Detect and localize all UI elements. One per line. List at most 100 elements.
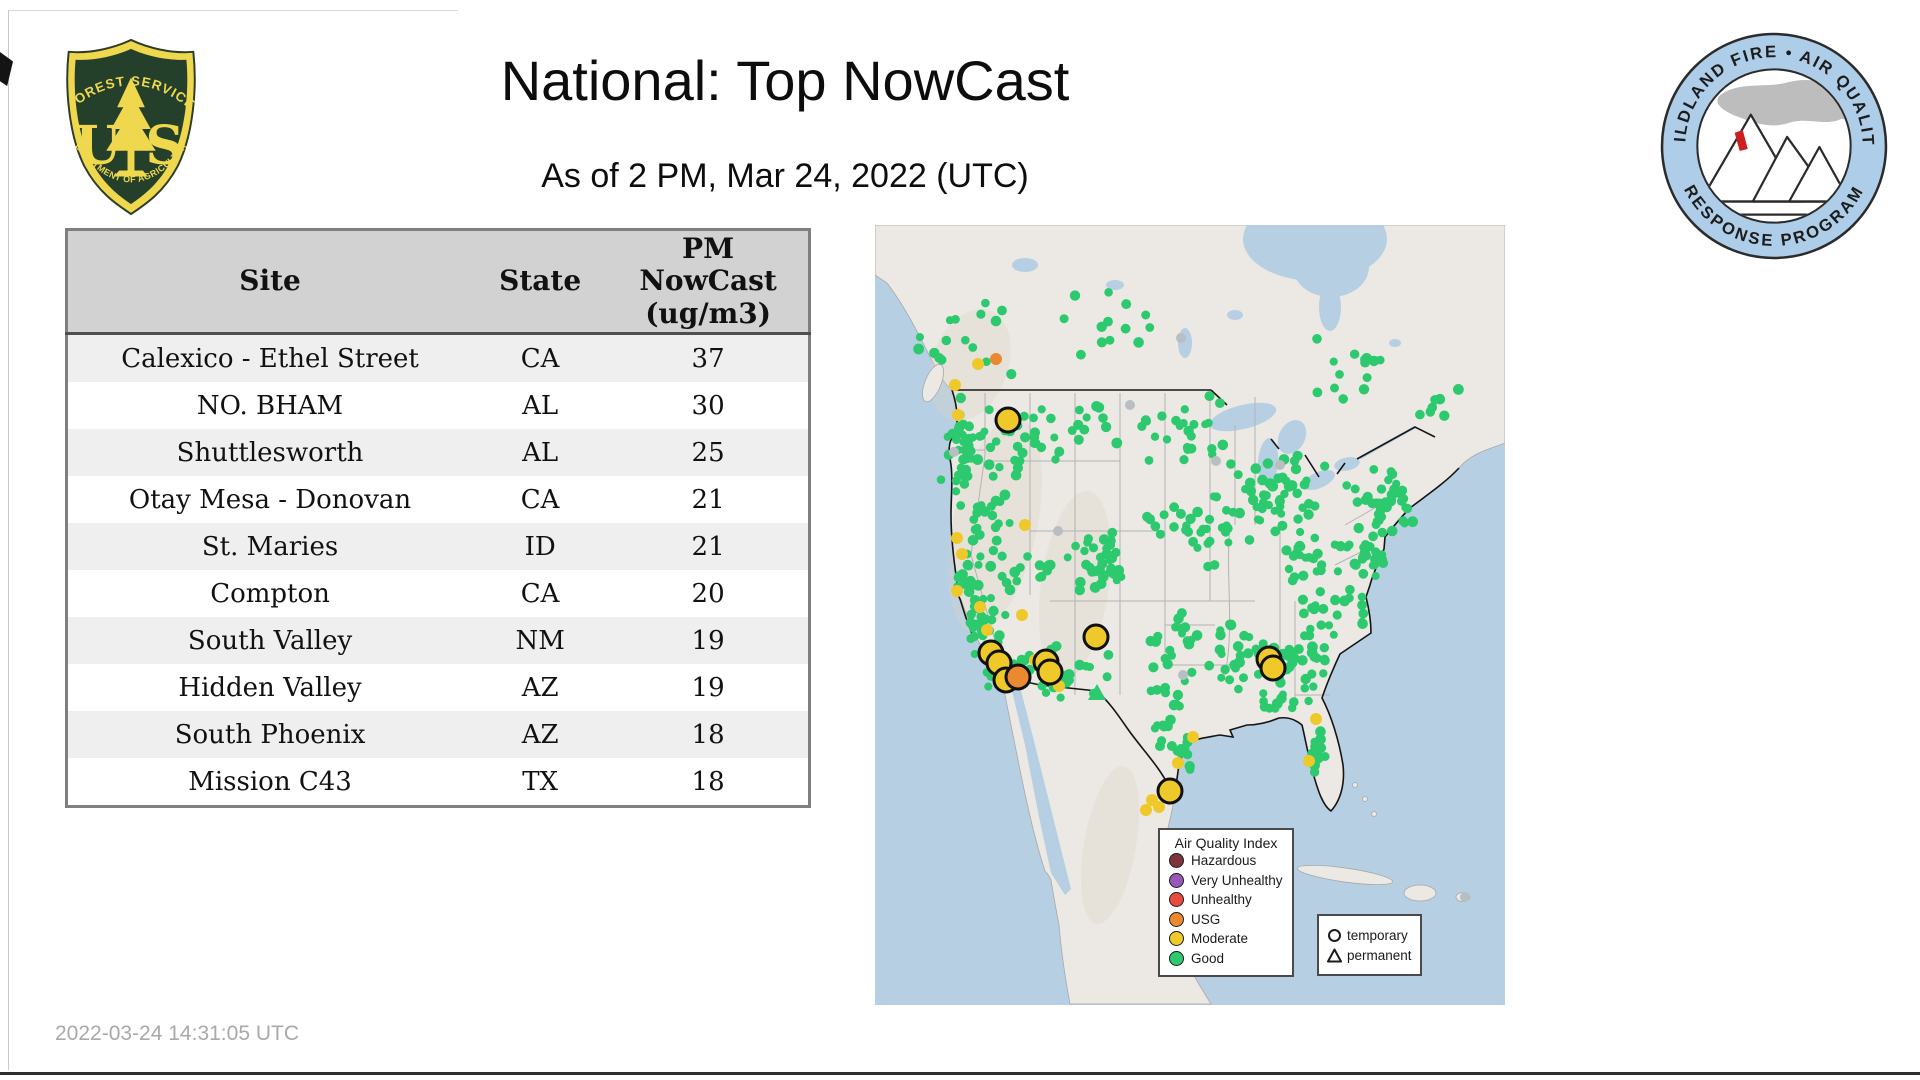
state-cell: TX [472,758,608,807]
map-dot-good [1299,609,1309,619]
map-dot-good [1294,644,1304,654]
value-cell: 20 [608,570,809,617]
aqi-legend-label: Unhealthy [1191,892,1252,907]
map-dot-good [1251,463,1262,474]
map-dot-good [1173,613,1183,623]
map-dot-good [1363,373,1372,382]
map-dot-good [964,588,973,597]
state-cell: CA [472,334,608,383]
map-dot-good [1293,514,1302,523]
map-dot-good [1311,534,1320,543]
map-dot-good [1334,567,1342,575]
site-cell: Shuttlesworth [67,429,473,476]
map-dot-good [976,552,984,560]
map-dot-good [1143,417,1151,425]
map-dot-good [954,423,964,433]
map-dot-good [1006,369,1016,379]
map-dot-good [998,552,1007,561]
map-dot-good [1303,509,1313,519]
map-dot-good [1169,522,1179,532]
value-cell: 21 [608,476,809,523]
state-cell: ID [472,523,608,570]
aqi-legend-label: Hazardous [1191,853,1256,868]
map-dot-good [916,333,924,341]
map-dot-good [1318,604,1328,614]
map-dot-good [1183,426,1193,436]
map-dot-nodata [1178,670,1188,680]
map-dot-good [1104,650,1114,660]
map-dot-good [1296,528,1304,536]
map-dot-good [1453,384,1464,395]
map-dot-good [1384,476,1392,484]
map-dot-good [1094,402,1104,412]
map-dot-good [1245,478,1256,489]
map-dot-good [1245,535,1255,545]
map-dot-good [1430,395,1440,405]
map-dot-good [1193,544,1201,552]
hazardous-swatch-icon [1169,853,1184,868]
map-dot-good [1075,585,1085,595]
map-dot-good [1397,496,1407,506]
map-dot-good [1155,741,1165,751]
map-dot-good [976,612,986,622]
map-dot-good [1309,604,1319,614]
table-row: South ValleyNM19 [67,617,810,664]
map-dot-good [1330,595,1340,605]
aqi-legend-item: Good [1160,949,1292,969]
aqi-legend-item: Moderate [1160,929,1292,949]
map-dot-good [1330,358,1338,366]
site-cell: South Valley [67,617,473,664]
map-dot-good [1121,299,1131,309]
map-dot-good [1310,501,1319,510]
map-dot-good [964,434,974,444]
map-dot-good [1160,683,1170,693]
table-row: Calexico - Ethel StreetCA37 [67,334,810,383]
triangle-outline-icon [1327,948,1342,963]
state-cell: CA [472,570,608,617]
map-dot-good [1263,458,1273,468]
map-dot-good [1017,448,1027,458]
map-dot-good [1218,523,1227,532]
table-row: ComptonCA20 [67,570,810,617]
very_unhealthy-swatch-icon [1169,873,1184,888]
map-dot-good [1381,497,1391,507]
map-dot-good [1330,631,1338,639]
site-cell: NO. BHAM [67,382,473,429]
state-cell: AZ [472,664,608,711]
table-row: NO. BHAMAL30 [67,382,810,429]
map-dot-good [1183,750,1193,760]
page-title: National: Top NowCast [385,48,1185,113]
map-dot-good [972,508,982,518]
map-dot-good [1133,337,1144,348]
table-row: Mission C43TX18 [67,758,810,807]
value-cell: 25 [608,429,809,476]
value-cell: 18 [608,711,809,758]
map-dot-good [1057,694,1065,702]
map-dot-good [1291,464,1301,474]
map-dot-nodata [1125,400,1135,410]
map-dot-good [1387,526,1398,537]
map-dot-good [987,594,995,602]
map-dot-good [1105,540,1115,550]
map-dot-good [1105,336,1114,345]
top-site-marker-temporary [1158,779,1182,803]
map-dot-good [1325,621,1333,629]
moderate-swatch-icon [1169,931,1184,946]
column-header: PM NowCast (ug/m3) [608,230,809,334]
map-dot-good [913,344,924,355]
map-dot-good [984,459,995,470]
site-cell: Mission C43 [67,758,473,807]
map-dot-good [1407,516,1418,527]
map-dot-good [1439,411,1449,421]
map-dot-good [1345,585,1355,595]
map-dot-good [1296,551,1304,559]
map-dot-nodata [1211,456,1221,466]
map-dot-moderate [981,624,993,636]
aqi-legend-item: Very Unhealthy [1160,871,1292,891]
map-dot-good [1151,636,1162,647]
map-dot-moderate [1187,731,1199,743]
map-dot-good [1103,672,1112,681]
nowcast-table-body: Calexico - Ethel StreetCA37NO. BHAMAL30S… [67,334,810,807]
map-dot-good [1354,523,1364,533]
map-dot-good [1105,555,1114,564]
